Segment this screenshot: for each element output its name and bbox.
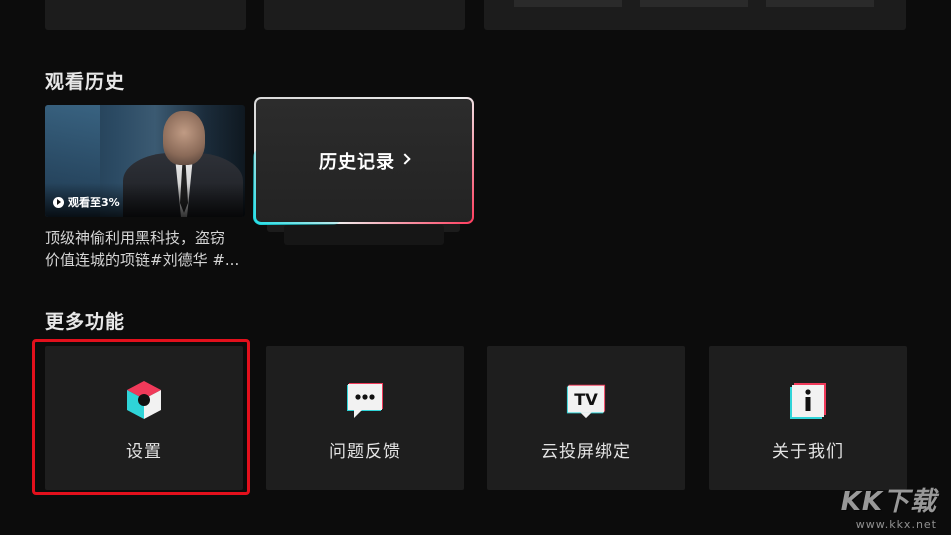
watch-progress-text: 观看至3% xyxy=(68,196,120,209)
video-title-line-2: 价值连城的项链#刘德华 #... xyxy=(45,251,240,269)
about-us-label: 关于我们 xyxy=(772,442,844,462)
watermark-text: KK下载 xyxy=(840,487,937,517)
history-video-thumbnail[interactable]: 观看至3% xyxy=(45,105,245,217)
play-progress-icon xyxy=(53,196,64,208)
watermark-url: www.kkx.net xyxy=(855,518,937,531)
video-title-line-1: 顶级神偷利用黑科技，盗窃 xyxy=(45,229,226,247)
top-row-sub-item xyxy=(640,0,748,7)
history-record-button[interactable]: 历史记录 xyxy=(253,97,474,225)
svg-text:TV: TV xyxy=(574,390,598,409)
history-section-title: 观看历史 xyxy=(45,71,126,93)
cloud-cast-bind-tile[interactable]: TV 云投屏绑定 xyxy=(487,346,685,490)
about-us-tile[interactable]: 关于我们 xyxy=(709,346,907,490)
history-record-label: 历史记录 xyxy=(319,151,395,173)
history-card-stack-shadow xyxy=(284,225,444,245)
history-record-inner: 历史记录 xyxy=(256,99,472,222)
more-functions-section-title: 更多功能 xyxy=(45,311,126,333)
info-icon xyxy=(787,379,829,421)
tv-cast-icon: TV xyxy=(565,379,607,421)
watch-progress-badge: 观看至3% xyxy=(53,194,120,210)
feedback-chat-icon xyxy=(344,379,386,421)
focus-highlight-frame xyxy=(32,339,250,495)
top-row-sub-item xyxy=(766,0,874,7)
chevron-right-icon xyxy=(399,152,411,165)
history-video-title: 顶级神偷利用黑科技，盗窃 价值连城的项链#刘德华 #... xyxy=(45,227,245,271)
top-row-card-1[interactable] xyxy=(45,0,246,30)
top-row-sub-item xyxy=(514,0,622,7)
site-watermark: KK下载 www.kkx.net xyxy=(841,481,937,531)
thumbnail-person-head xyxy=(163,111,205,165)
cloud-cast-bind-label: 云投屏绑定 xyxy=(541,442,631,462)
feedback-tile[interactable]: 问题反馈 xyxy=(266,346,464,490)
top-row-card-2[interactable] xyxy=(264,0,465,30)
feedback-label: 问题反馈 xyxy=(329,442,401,462)
